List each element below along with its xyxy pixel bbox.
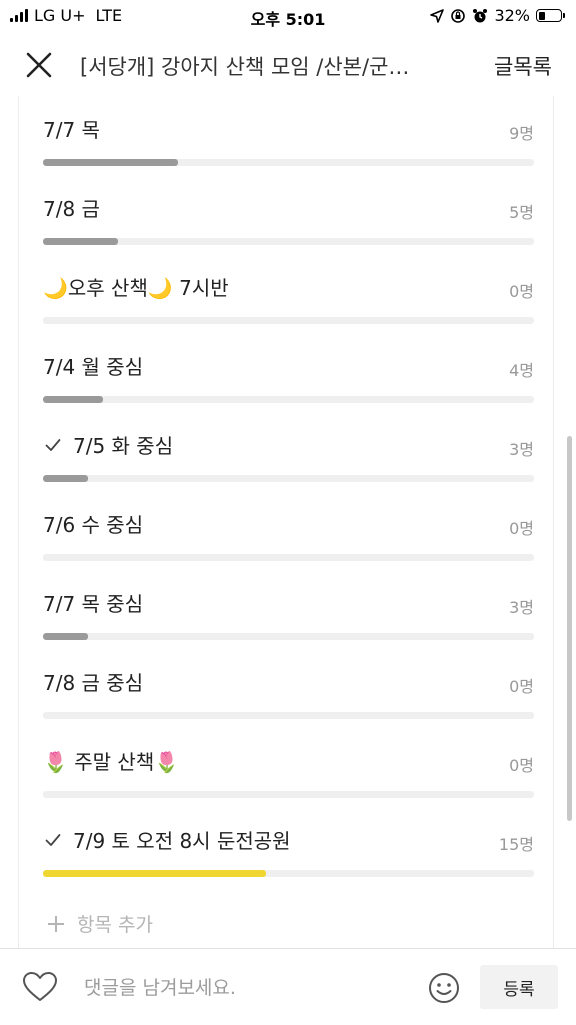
- poll-option-track: [43, 317, 534, 324]
- poll-option-count: 3명: [509, 598, 534, 617]
- top-bar: [서당개] 강아지 산책 모임 /산본/군… 글목록: [0, 34, 576, 96]
- poll-option-text: 7/4 월 중심: [43, 355, 144, 379]
- post-list-link[interactable]: 글목록: [494, 51, 552, 81]
- poll-option-track: [43, 791, 534, 798]
- poll-option-count: 0명: [509, 677, 534, 696]
- poll-option[interactable]: 7/4 월 중심 4명: [43, 333, 534, 412]
- poll-option-label: 🌙오후 산책🌙 7시반: [43, 272, 229, 301]
- poll-option[interactable]: 7/5 화 중심 3명: [43, 412, 534, 491]
- page-title: [서당개] 강아지 산책 모임 /산본/군…: [80, 55, 410, 79]
- poll-option-text: 7/8 금 중심: [43, 671, 144, 695]
- poll-option-label: 7/7 목 중심: [43, 588, 143, 617]
- poll-option-track: [43, 870, 534, 877]
- poll-option-text: 🌙오후 산책🌙 7시반: [43, 276, 229, 300]
- comment-bar: 등록: [0, 948, 576, 1025]
- poll-option-bar: [43, 396, 103, 403]
- poll-option-track: [43, 238, 534, 245]
- poll-option-label: 🌷 주말 산책🌷: [43, 746, 179, 775]
- poll-option-label: 7/8 금 중심: [43, 667, 143, 696]
- poll-option-track: [43, 475, 534, 482]
- poll-option-track: [43, 159, 534, 166]
- poll-option-track: [43, 712, 534, 719]
- status-right: 32%: [430, 6, 565, 25]
- poll-option-bar: [43, 633, 89, 640]
- poll-option-bar: [43, 238, 118, 245]
- alarm-icon: [473, 8, 488, 22]
- poll-option-text: 🌷 주말 산책🌷: [43, 750, 180, 774]
- poll-option-label: 7/7 목: [43, 114, 100, 143]
- network-type: LTE: [95, 6, 123, 25]
- poll-option[interactable]: 7/9 토 오전 8시 둔전공원 15명: [43, 807, 534, 886]
- battery-percent: 32%: [494, 6, 530, 25]
- poll-option-label: 7/6 수 중심: [43, 509, 143, 538]
- comment-input[interactable]: [82, 969, 406, 1007]
- poll-option-label: 7/4 월 중심: [43, 351, 143, 380]
- poll-option[interactable]: 7/8 금 중심 0명: [43, 649, 534, 728]
- poll-option-track: [43, 554, 534, 561]
- battery-icon: [536, 9, 565, 22]
- add-item-label: 항목 추가: [77, 914, 153, 936]
- poll-option-bar: [43, 159, 179, 166]
- poll-option-count: 0명: [509, 282, 534, 301]
- poll-option-count: 0명: [509, 519, 534, 538]
- poll-content: 7/7 목 9명 7/8 금 5명 🌙오후 산책🌙 7시반 0명 7/4 월 중심 4명 7/5…: [0, 96, 576, 948]
- scrollbar[interactable]: [567, 436, 572, 821]
- poll-option-track: [43, 396, 534, 403]
- close-icon: [26, 52, 52, 78]
- poll-option-count: 4명: [509, 361, 534, 380]
- poll-option-text: 7/5 화 중심: [73, 434, 174, 458]
- close-button[interactable]: [24, 50, 54, 80]
- poll-option-label: 7/9 토 오전 8시 둔전공원: [43, 825, 291, 854]
- poll-option[interactable]: 7/7 목 9명: [43, 96, 534, 175]
- rotation-lock-icon: [451, 8, 466, 23]
- poll-option-count: 3명: [509, 440, 534, 459]
- poll-option-bar: [43, 475, 89, 482]
- poll-option-count: 0명: [509, 756, 534, 775]
- poll-option-text: 7/6 수 중심: [43, 513, 144, 537]
- poll-option-text: 7/9 토 오전 8시 둔전공원: [73, 829, 291, 853]
- submit-comment-button[interactable]: 등록: [480, 965, 558, 1009]
- add-item-button[interactable]: 항목 추가: [47, 910, 153, 937]
- poll-option-count: 15명: [498, 835, 534, 854]
- poll-card: 7/7 목 9명 7/8 금 5명 🌙오후 산책🌙 7시반 0명 7/4 월 중심 4명 7/5…: [18, 96, 554, 948]
- poll-option[interactable]: 7/8 금 5명: [43, 175, 534, 254]
- heart-outline-icon: [23, 972, 57, 1001]
- checkmark-icon: [45, 438, 61, 451]
- poll-option-text: 7/7 목: [43, 118, 100, 142]
- status-bar: LG U+ LTE 오후 5:01 32%: [0, 0, 576, 34]
- status-left: LG U+ LTE: [10, 6, 122, 25]
- location-arrow-icon: [430, 8, 445, 23]
- poll-option-text: 7/7 목 중심: [43, 592, 144, 616]
- poll-option-track: [43, 633, 534, 640]
- poll-option-bar: [43, 870, 267, 877]
- poll-option[interactable]: 7/6 수 중심 0명: [43, 491, 534, 570]
- poll-option-text: 7/8 금: [43, 197, 100, 221]
- poll-option[interactable]: 7/7 목 중심 3명: [43, 570, 534, 649]
- like-button[interactable]: [22, 971, 58, 1003]
- smiley-icon: [429, 973, 459, 1003]
- carrier-name: LG U+: [34, 6, 86, 25]
- poll-option-label: 7/5 화 중심: [43, 430, 173, 459]
- checkmark-icon: [45, 833, 61, 846]
- poll-option-count: 9명: [509, 124, 534, 143]
- signal-icon: [10, 9, 28, 22]
- poll-option-label: 7/8 금: [43, 193, 100, 222]
- poll-option[interactable]: 🌷 주말 산책🌷 0명: [43, 728, 534, 807]
- emoji-button[interactable]: [428, 972, 460, 1004]
- poll-option[interactable]: 🌙오후 산책🌙 7시반 0명: [43, 254, 534, 333]
- plus-icon: [48, 915, 64, 932]
- poll-option-count: 5명: [509, 203, 534, 222]
